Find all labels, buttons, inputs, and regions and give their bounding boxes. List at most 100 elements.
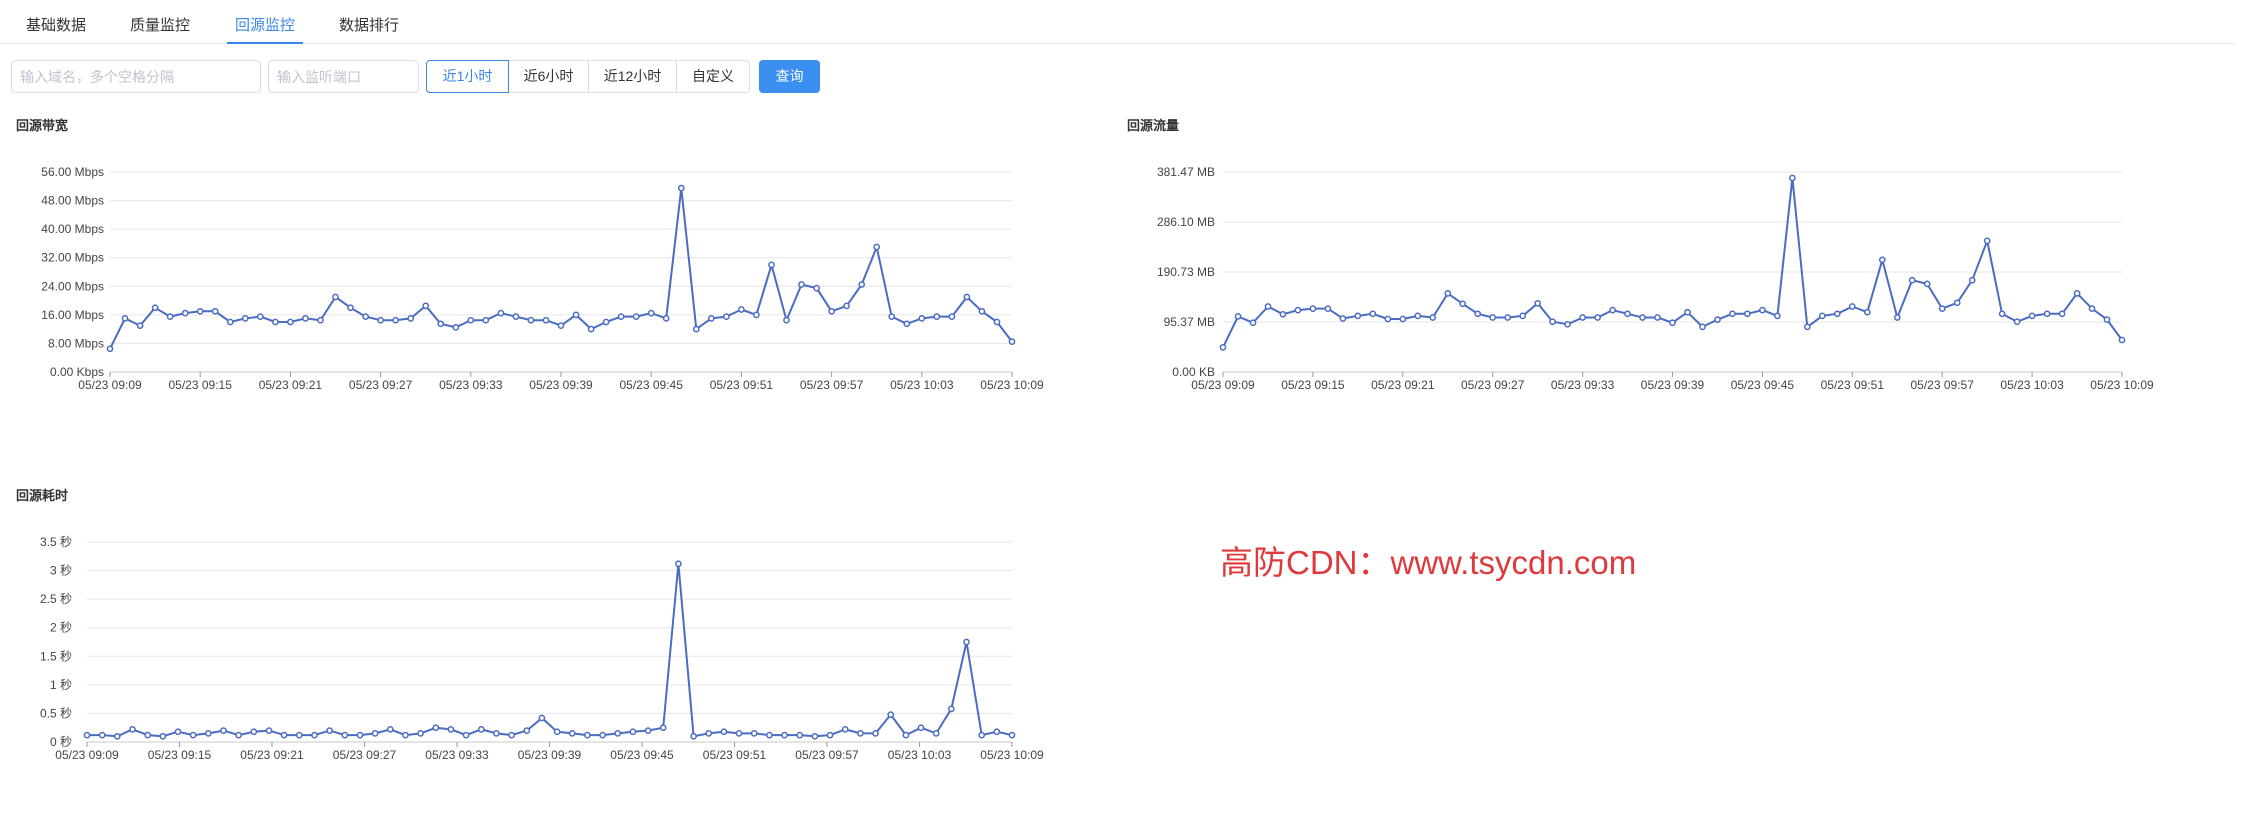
range-1h-button[interactable]: 近1小时 — [426, 60, 509, 93]
traffic-data-point[interactable] — [1474, 310, 1482, 318]
traffic-data-point[interactable] — [1414, 312, 1422, 320]
traffic-data-point[interactable] — [1429, 314, 1437, 321]
latency-data-point[interactable] — [462, 731, 470, 739]
latency-data-point[interactable] — [993, 728, 1001, 736]
bandwidth-data-point[interactable] — [392, 316, 399, 324]
latency-data-point[interactable] — [796, 731, 804, 739]
bandwidth-data-point[interactable] — [677, 184, 685, 192]
traffic-data-point[interactable] — [1579, 314, 1586, 321]
traffic-data-point[interactable] — [1534, 299, 1542, 307]
bandwidth-data-point[interactable] — [753, 311, 760, 319]
latency-data-point[interactable] — [629, 728, 637, 736]
latency-data-point[interactable] — [735, 730, 743, 737]
traffic-data-point[interactable] — [1489, 314, 1497, 321]
traffic-data-point[interactable] — [1998, 310, 2006, 318]
traffic-data-point[interactable] — [1893, 314, 1901, 321]
bandwidth-data-point[interactable] — [587, 325, 595, 333]
bandwidth-data-point[interactable] — [106, 345, 114, 353]
latency-data-point[interactable] — [599, 731, 606, 739]
bandwidth-data-point[interactable] — [963, 293, 971, 301]
latency-data-point[interactable] — [508, 731, 515, 739]
traffic-data-point[interactable] — [1444, 290, 1452, 297]
bandwidth-data-point[interactable] — [482, 316, 490, 324]
latency-data-point[interactable] — [826, 731, 834, 739]
bandwidth-data-point[interactable] — [843, 302, 850, 310]
bandwidth-data-point[interactable] — [527, 316, 535, 324]
bandwidth-data-point[interactable] — [136, 322, 144, 329]
traffic-data-point[interactable] — [1923, 280, 1931, 288]
bandwidth-data-point[interactable] — [933, 313, 941, 320]
latency-data-point[interactable] — [432, 724, 440, 732]
bandwidth-data-point[interactable] — [211, 307, 219, 315]
bandwidth-data-point[interactable] — [437, 320, 445, 328]
latency-data-point[interactable] — [857, 730, 864, 737]
traffic-data-point[interactable] — [1324, 305, 1332, 312]
bandwidth-data-point[interactable] — [918, 315, 926, 322]
latency-data-point[interactable] — [538, 714, 546, 722]
traffic-data-point[interactable] — [1684, 308, 1691, 316]
traffic-data-point[interactable] — [1294, 306, 1302, 314]
traffic-data-point[interactable] — [1983, 237, 1991, 245]
traffic-data-point[interactable] — [1789, 174, 1796, 182]
bandwidth-data-point[interactable] — [738, 306, 745, 313]
latency-data-point[interactable] — [113, 732, 121, 740]
traffic-data-point[interactable] — [1714, 316, 1721, 323]
traffic-data-point[interactable] — [1504, 314, 1512, 321]
traffic-data-point[interactable] — [1639, 314, 1646, 321]
latency-data-point[interactable] — [932, 730, 940, 737]
traffic-data-point[interactable] — [1908, 276, 1916, 284]
traffic-data-point[interactable] — [2073, 290, 2081, 297]
latency-data-point[interactable] — [1008, 731, 1016, 739]
latency-data-point[interactable] — [811, 732, 819, 740]
bandwidth-data-point[interactable] — [256, 313, 264, 320]
bandwidth-data-point[interactable] — [813, 284, 820, 292]
traffic-data-point[interactable] — [2118, 336, 2126, 344]
latency-data-point[interactable] — [326, 727, 333, 734]
latency-data-point[interactable] — [204, 730, 212, 737]
latency-data-point[interactable] — [493, 730, 500, 737]
latency-data-point[interactable] — [144, 731, 152, 739]
latency-data-point[interactable] — [447, 726, 455, 733]
latency-data-point[interactable] — [963, 638, 970, 646]
latency-data-point[interactable] — [477, 726, 485, 733]
traffic-data-point[interactable] — [1279, 310, 1287, 318]
bandwidth-data-point[interactable] — [226, 318, 234, 326]
latency-data-point[interactable] — [675, 560, 682, 568]
traffic-data-point[interactable] — [1968, 276, 1976, 284]
traffic-data-point[interactable] — [1624, 310, 1631, 318]
bandwidth-data-point[interactable] — [783, 316, 790, 324]
traffic-data-point[interactable] — [2058, 310, 2066, 318]
latency-data-point[interactable] — [129, 726, 136, 733]
bandwidth-data-point[interactable] — [302, 315, 309, 322]
traffic-data-point[interactable] — [1609, 306, 1616, 314]
traffic-data-point[interactable] — [1399, 315, 1407, 323]
latency-data-point[interactable] — [174, 728, 182, 736]
latency-data-point[interactable] — [98, 731, 106, 739]
bandwidth-data-point[interactable] — [196, 307, 204, 315]
traffic-data-point[interactable] — [1384, 315, 1392, 323]
bandwidth-data-point[interactable] — [407, 315, 415, 322]
bandwidth-data-point[interactable] — [377, 316, 384, 324]
latency-data-point[interactable] — [265, 727, 273, 734]
traffic-data-point[interactable] — [1818, 312, 1826, 320]
bandwidth-data-point[interactable] — [272, 318, 279, 326]
traffic-data-point[interactable] — [1249, 319, 1257, 327]
latency-data-point[interactable] — [220, 727, 227, 734]
latency-data-point[interactable] — [659, 724, 667, 732]
bandwidth-data-point[interactable] — [632, 313, 640, 320]
latency-data-point[interactable] — [781, 731, 788, 739]
bandwidth-data-point[interactable] — [723, 313, 730, 320]
latency-data-point[interactable] — [978, 731, 986, 739]
bandwidth-data-point[interactable] — [828, 307, 835, 315]
traffic-data-point[interactable] — [1519, 312, 1527, 320]
traffic-data-point[interactable] — [2028, 312, 2036, 320]
bandwidth-data-point[interactable] — [121, 315, 129, 322]
bandwidth-data-point[interactable] — [241, 315, 249, 322]
bandwidth-data-point[interactable] — [798, 281, 805, 288]
traffic-data-point[interactable] — [2013, 318, 2021, 326]
latency-data-point[interactable] — [720, 728, 728, 736]
bandwidth-data-point[interactable] — [452, 324, 460, 331]
latency-data-point[interactable] — [887, 711, 895, 718]
latency-data-point[interactable] — [750, 730, 758, 737]
latency-data-point[interactable] — [523, 727, 531, 734]
